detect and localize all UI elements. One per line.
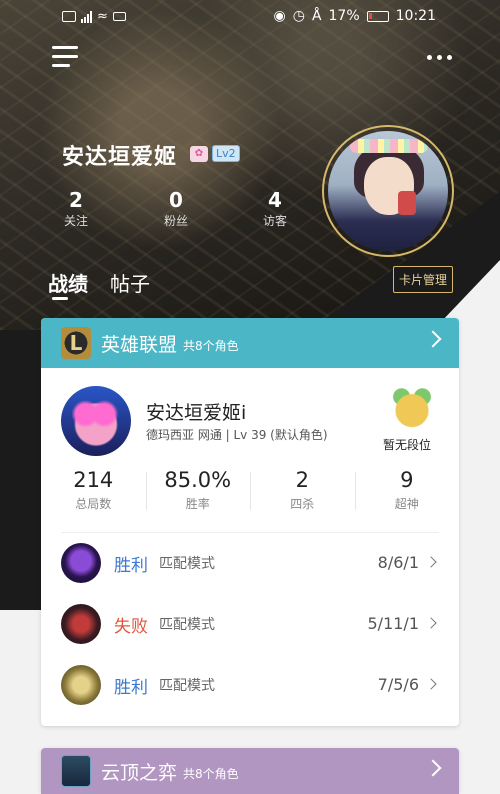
champion-icon	[61, 604, 101, 644]
status-bar: ≈ ◉ ◷ Å 17% 10:21	[0, 0, 500, 34]
lol-logo-icon: L	[61, 327, 91, 359]
match-row[interactable]: 失败 匹配模式 5/11/1	[41, 594, 459, 655]
rank-icon	[386, 383, 438, 429]
vip-badge-icon: ✿	[190, 145, 208, 162]
match-result: 胜利	[114, 678, 148, 698]
video-icon	[112, 12, 126, 21]
menu-button[interactable]	[52, 46, 78, 72]
lol-card-header[interactable]: L 英雄联盟 共8个角色	[41, 318, 459, 368]
user-badges: ✿ Lv2	[190, 145, 240, 162]
lol-stats: 214 总局数 85.0% 胜率 2 四杀 9 超神	[41, 468, 459, 524]
tft-logo-icon	[61, 755, 91, 787]
hd-icon	[62, 11, 76, 22]
stat-quadra-kills: 2 四杀	[250, 468, 355, 524]
clock: 10:21	[395, 8, 436, 24]
match-result: 失败	[114, 617, 148, 637]
lol-title: 英雄联盟	[101, 333, 178, 356]
match-mode: 匹配模式	[159, 556, 215, 572]
chevron-right-icon	[424, 330, 442, 348]
battery-percent: 17%	[328, 8, 360, 24]
lol-role-count: 共8个角色	[183, 338, 239, 353]
lol-card: L 英雄联盟 共8个角色 安达垣爱姬i 德玛西亚 网通 | Lv 39 (默认角…	[41, 318, 459, 726]
match-mode: 匹配模式	[159, 678, 215, 694]
champion-icon	[61, 665, 101, 705]
champion-icon	[61, 543, 101, 583]
profile-tabs: 战绩 帖子	[48, 268, 150, 297]
avatar-image	[328, 131, 448, 251]
tft-card: 云顶之弈 共8个角色	[41, 748, 459, 794]
more-options-button[interactable]	[427, 55, 452, 60]
match-kda: 7/5/6	[377, 675, 419, 694]
chevron-right-icon	[425, 556, 437, 568]
role-name: 安达垣爱姬i	[146, 402, 247, 424]
match-kda: 5/11/1	[367, 614, 420, 633]
level-badge: Lv2	[212, 145, 240, 162]
battery-icon	[366, 10, 389, 22]
eye-icon: ◉	[273, 8, 286, 24]
role-meta: 德玛西亚 网通 | Lv 39 (默认角色)	[146, 428, 328, 442]
tab-indicator	[52, 297, 68, 300]
tft-title: 云顶之弈	[101, 761, 178, 784]
bluetooth-icon: Å	[311, 8, 322, 24]
tab-record[interactable]: 战绩	[48, 268, 88, 297]
chevron-right-icon	[425, 678, 437, 690]
username: 安达垣爱姬	[62, 145, 178, 170]
hamburger-icon	[52, 46, 78, 49]
wifi-icon: ≈	[97, 9, 108, 24]
match-row[interactable]: 胜利 匹配模式 8/6/1	[41, 533, 459, 594]
card-manage-button[interactable]: 卡片管理	[393, 266, 454, 293]
tft-card-header[interactable]: 云顶之弈 共8个角色	[41, 748, 459, 794]
stat-legendary: 9 超神	[354, 468, 460, 524]
tab-posts[interactable]: 帖子	[110, 268, 150, 297]
chevron-right-icon	[425, 617, 437, 629]
match-kda: 8/6/1	[377, 553, 419, 572]
tft-role-count: 共8个角色	[183, 766, 239, 781]
match-result: 胜利	[114, 556, 148, 576]
avatar[interactable]	[322, 125, 454, 257]
alarm-icon: ◷	[292, 8, 305, 24]
stat-visitors[interactable]: 4 访客	[245, 188, 305, 229]
signal-icon	[81, 10, 92, 23]
stat-following[interactable]: 2 关注	[46, 188, 106, 229]
rank-label: 暂无段位	[383, 438, 432, 452]
match-row[interactable]: 胜利 匹配模式 7/5/6	[41, 655, 459, 716]
champion-avatar	[61, 386, 131, 456]
more-dots-icon	[427, 55, 432, 60]
match-mode: 匹配模式	[159, 617, 215, 633]
stat-followers[interactable]: 0 粉丝	[146, 188, 206, 229]
stat-win-rate: 85.0% 胜率	[145, 468, 251, 524]
chevron-right-icon	[424, 759, 442, 777]
stat-total-games: 214 总局数	[73, 468, 114, 511]
